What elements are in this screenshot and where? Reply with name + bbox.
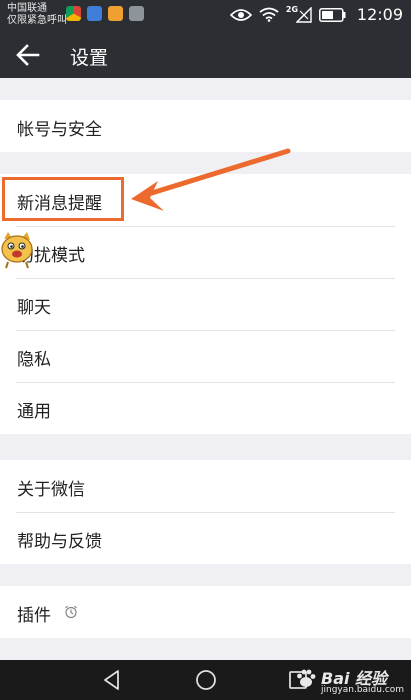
paw-icon [297,669,316,687]
baidu-watermark: Bai 经验 jingyan.baidu.com [295,662,407,698]
settings-item-chat[interactable]: 聊天 [0,278,411,330]
settings-item-label: 插件 [17,606,51,626]
settings-item-label: 聊天 [17,298,51,318]
app-bar: 设置 [0,32,411,78]
carrier-name: 中国联通 [7,3,47,14]
gallery-icon [129,6,144,21]
settings-item-help-feedback[interactable]: 帮助与反馈 [0,512,411,564]
settings-item-plugins[interactable]: 插件 [0,586,411,638]
wifi-icon [259,7,279,22]
status-icons: 2G 12:09 [229,5,403,24]
navigation-bar: Bai 经验 jingyan.baidu.com [0,660,411,700]
signal-indicator: 2G [286,5,312,24]
notes-icon [108,6,123,21]
settings-item-label: 通用 [17,402,51,422]
settings-item-label: 新消息提醒 [17,194,102,214]
back-triangle-icon[interactable] [100,668,124,692]
clock: 12:09 [356,5,403,24]
settings-group-about: 关于微信 帮助与反馈 [0,460,411,564]
settings-item-label: 隐私 [17,350,51,370]
eye-icon [229,8,252,21]
home-circle-icon[interactable] [194,668,218,692]
chrome-icon [66,6,81,21]
status-bar: 中国联通 仅限紧急呼叫 2G 12:09 [0,0,411,32]
settings-group-plugins: 插件 [0,586,411,638]
weather-icon [87,6,102,21]
settings-item-label: 帮助与反馈 [17,532,102,552]
settings-item-label: 帐号与安全 [17,120,102,140]
watermark-url: jingyan.baidu.com [321,685,405,695]
settings-item-new-message-alerts[interactable]: 新消息提醒 [0,174,411,226]
settings-item-label: 关于微信 [17,480,85,500]
carrier-status: 仅限紧急呼叫 [7,15,67,26]
mascot-sticker-icon [1,232,33,269]
settings-item-do-not-disturb[interactable]: 勿扰模式 [0,226,411,278]
settings-item-privacy[interactable]: 隐私 [0,330,411,382]
plugin-status-icon [65,605,77,619]
settings-item-about-wechat[interactable]: 关于微信 [0,460,411,512]
settings-group-general: 新消息提醒 勿扰模式 聊天 隐私 通用 [0,174,411,434]
back-arrow-icon[interactable] [15,43,41,67]
settings-item-account-security[interactable]: 帐号与安全 [0,100,411,152]
battery-icon [318,7,346,22]
page-title: 设置 [70,47,109,69]
settings-item-general[interactable]: 通用 [0,382,411,434]
carrier-info: 中国联通 仅限紧急呼叫 [7,3,67,27]
signal-icon [295,6,312,23]
notification-icons [66,6,144,21]
settings-group-account: 帐号与安全 [0,100,411,152]
